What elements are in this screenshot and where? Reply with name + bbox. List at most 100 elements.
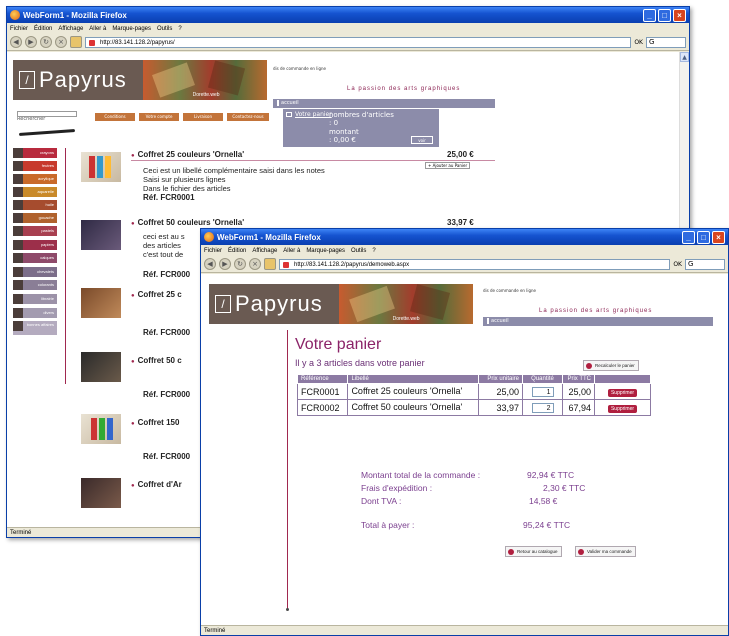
delete-button[interactable]: Supprimer xyxy=(607,405,638,413)
product-thumb[interactable] xyxy=(81,352,121,382)
accueil-bar[interactable]: accueil xyxy=(273,99,495,108)
back-url-field[interactable]: http://83.141.128.2/papyrus/ xyxy=(85,36,632,48)
close-button[interactable]: × xyxy=(673,8,686,22)
table-row: FCR0001 Coffret 25 couleurs 'Ornella' 25… xyxy=(296,383,651,400)
menu-edition[interactable]: Édition xyxy=(34,26,52,32)
product-thumb[interactable] xyxy=(81,288,121,318)
product-thumb[interactable] xyxy=(81,414,121,444)
site-search-input[interactable] xyxy=(17,111,77,117)
close-button[interactable]: × xyxy=(712,230,725,244)
go-button[interactable]: OK xyxy=(673,261,682,268)
product-thumb[interactable] xyxy=(81,152,121,182)
menu-outils[interactable]: Outils xyxy=(157,26,172,32)
back-arrow-icon[interactable]: ◀ xyxy=(204,258,216,270)
back-nav-toolbar: ◀ ▶ ↻ × http://83.141.128.2/papyrus/ OK … xyxy=(7,34,689,51)
back-title-bar[interactable]: WebForm1 - Mozilla Firefox _ □ × xyxy=(7,7,689,23)
col-prix-unitaire: Prix unitaire xyxy=(478,374,523,384)
tab-contact[interactable]: Contactez-nous xyxy=(227,113,269,121)
product-ref: Réf. FCR000 xyxy=(143,390,191,399)
product-title[interactable]: Coffret 150 xyxy=(131,418,180,427)
accueil-bar[interactable]: accueil xyxy=(483,317,713,326)
forward-arrow-icon[interactable]: ▶ xyxy=(25,36,37,48)
product-thumb[interactable] xyxy=(81,478,121,508)
reload-icon[interactable]: ↻ xyxy=(234,258,246,270)
nav-divers[interactable]: divers xyxy=(13,308,57,318)
brush-icon xyxy=(18,129,76,136)
back-arrow-icon[interactable]: ◀ xyxy=(10,36,22,48)
quantity-input[interactable]: 2 xyxy=(531,403,554,413)
add-to-cart-button[interactable]: + Ajouter au Panier xyxy=(425,162,471,169)
menu-aide[interactable]: ? xyxy=(372,248,375,254)
nav-bonnes-affaires[interactable]: bonnes affaires xyxy=(13,321,57,335)
papyrus-logo[interactable]: / Papyrus xyxy=(13,60,143,100)
stop-icon[interactable]: × xyxy=(249,258,261,270)
menu-aller[interactable]: Aller à xyxy=(89,26,106,32)
nav-librairie[interactable]: librairie xyxy=(13,294,57,304)
tab-livraison[interactable]: Livraison xyxy=(183,113,223,121)
menu-affichage[interactable]: Affichage xyxy=(58,26,83,32)
front-url-field[interactable]: http://83.141.128.2/papyrus/demoweb.aspx xyxy=(279,258,671,270)
scroll-up-icon[interactable]: ▲ xyxy=(680,52,689,62)
delete-button[interactable]: Supprimer xyxy=(607,389,638,397)
nav-papiers[interactable]: papiers xyxy=(13,240,57,250)
nav-calques[interactable]: calques xyxy=(13,253,57,263)
home-icon[interactable] xyxy=(264,258,276,270)
minimize-button[interactable]: _ xyxy=(643,8,656,22)
cart-link[interactable]: Votre panier xyxy=(295,111,332,118)
minimize-button[interactable]: _ xyxy=(682,230,695,244)
product-desc-line: Saisi sur plusieurs lignes xyxy=(143,175,226,184)
papyrus-logo[interactable]: / Papyrus xyxy=(209,284,339,324)
menu-affichage[interactable]: Affichage xyxy=(252,248,277,254)
cart-title: Votre panier xyxy=(295,336,382,353)
menu-edition[interactable]: Édition xyxy=(228,248,246,254)
back-to-catalog-button[interactable]: Retour au catalogue xyxy=(505,546,562,557)
maximize-button[interactable]: □ xyxy=(697,230,710,244)
maximize-button[interactable]: □ xyxy=(658,8,671,22)
product-thumb[interactable] xyxy=(81,220,121,250)
product-title[interactable]: Coffret d'Ar xyxy=(131,480,182,489)
nav-aquarelle[interactable]: aquarelle xyxy=(13,187,57,197)
product-title[interactable]: Coffret 25 couleurs 'Ornella' xyxy=(131,150,245,159)
product-title[interactable]: Coffret 25 c xyxy=(131,290,182,299)
product-title[interactable]: Coffret 50 c xyxy=(131,356,182,365)
cell-prix-ttc: 25,00 xyxy=(562,383,595,400)
nav-gouache[interactable]: gouache xyxy=(13,213,57,223)
shipping-label: Frais d'expédition : xyxy=(361,483,433,493)
reload-icon[interactable]: ↻ xyxy=(40,36,52,48)
recalculate-button[interactable]: Recalculer le panier xyxy=(583,360,639,371)
tab-compte[interactable]: Votre compte xyxy=(139,113,179,121)
col-libelle: Libellé xyxy=(347,374,479,384)
nav-feutres[interactable]: feutres xyxy=(13,161,57,171)
tab-conditions[interactable]: Conditions xyxy=(95,113,135,121)
menu-aide[interactable]: ? xyxy=(178,26,181,32)
validate-order-button[interactable]: Valider ma commande xyxy=(575,546,636,557)
nav-acrylique[interactable]: acrylique xyxy=(13,174,57,184)
left-category-nav: crayons feutres acrylique aquarelle huil… xyxy=(13,148,57,338)
quantity-input[interactable]: 1 xyxy=(531,387,554,397)
product-title[interactable]: Coffret 50 couleurs 'Ornella' xyxy=(131,218,245,227)
forward-arrow-icon[interactable]: ▶ xyxy=(219,258,231,270)
nav-pastels[interactable]: pastels xyxy=(13,226,57,236)
voir-button[interactable]: voir xyxy=(411,136,433,144)
go-button[interactable]: OK xyxy=(634,39,643,46)
menu-outils[interactable]: Outils xyxy=(351,248,366,254)
search-box[interactable]: G xyxy=(646,36,686,48)
search-box[interactable]: G xyxy=(685,258,725,270)
front-title-bar[interactable]: WebForm1 - Mozilla Firefox _ □ × xyxy=(201,229,728,245)
nav-colorants[interactable]: colorants xyxy=(13,280,57,290)
nav-chevalets[interactable]: chevalets xyxy=(13,267,57,277)
menu-fichier[interactable]: Fichier xyxy=(204,248,222,254)
front-page-content: / Papyrus Dorette.web dis de commande en… xyxy=(201,274,728,626)
product-ref: Réf. FCR0001 xyxy=(143,193,195,202)
menu-marque-pages[interactable]: Marque-pages xyxy=(112,26,151,32)
menu-fichier[interactable]: Fichier xyxy=(10,26,28,32)
menu-marque-pages[interactable]: Marque-pages xyxy=(306,248,345,254)
cell-actions: Supprimer xyxy=(594,383,651,400)
content-vertical-line xyxy=(287,330,288,610)
home-icon[interactable] xyxy=(70,36,82,48)
menu-aller[interactable]: Aller à xyxy=(283,248,300,254)
stop-icon[interactable]: × xyxy=(55,36,67,48)
nav-crayons[interactable]: crayons xyxy=(13,148,57,158)
nav-huile[interactable]: huile xyxy=(13,200,57,210)
firefox-icon xyxy=(10,10,20,20)
